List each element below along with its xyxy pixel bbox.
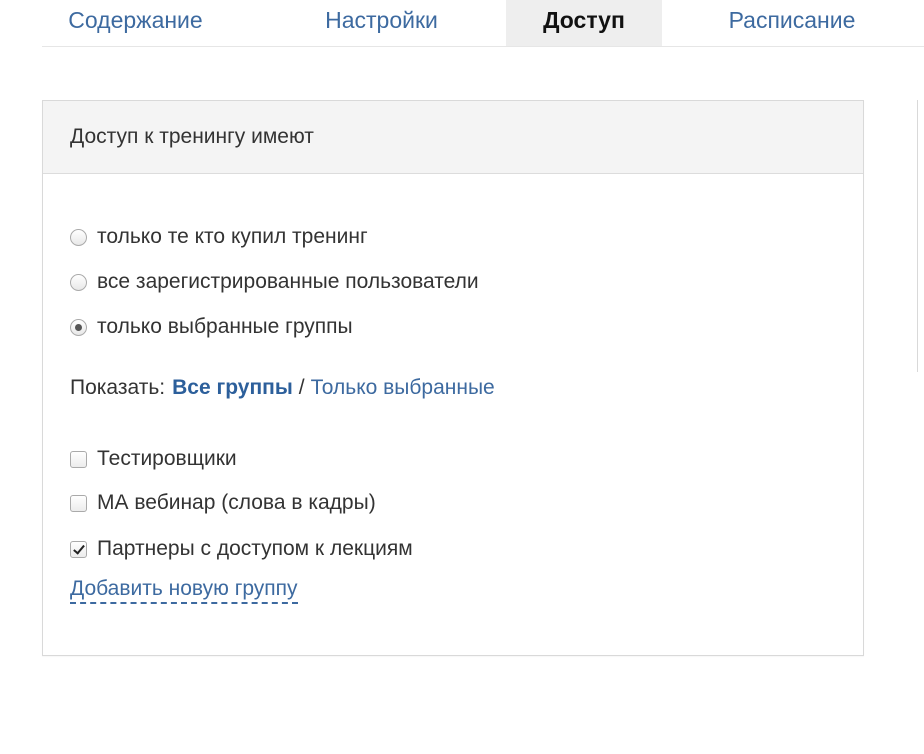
access-option-label: только выбранные группы xyxy=(97,315,353,338)
tab-schedule[interactable]: Расписание xyxy=(704,0,880,46)
access-option-selected-groups[interactable]: только выбранные группы xyxy=(70,314,353,340)
group-label: Партнеры с доступом к лекциям xyxy=(97,537,413,560)
checkbox-partners[interactable] xyxy=(70,540,87,558)
filter-separator: / xyxy=(298,376,305,399)
access-option-label: только те кто купил тренинг xyxy=(97,225,368,248)
page: Содержание Настройки Доступ Расписание Д… xyxy=(0,0,924,754)
access-option-registered[interactable]: все зарегистрированные пользователи xyxy=(70,269,479,295)
tab-access[interactable]: Доступ xyxy=(506,0,662,46)
checkbox-ma-webinar[interactable] xyxy=(70,494,87,512)
group-label: Тестировщики xyxy=(97,447,237,470)
checkbox-testers[interactable] xyxy=(70,450,87,468)
adjacent-panel-edge xyxy=(917,100,918,372)
group-label: МА вебинар (слова в кадры) xyxy=(97,491,376,514)
filter-all-groups-link[interactable]: Все группы xyxy=(172,376,293,400)
radio-purchased[interactable] xyxy=(70,228,87,246)
filter-selected-only-link[interactable]: Только выбранные xyxy=(311,376,495,400)
access-option-label: все зарегистрированные пользователи xyxy=(97,270,479,293)
group-item-testers[interactable]: Тестировщики xyxy=(70,446,237,472)
radio-registered[interactable] xyxy=(70,273,87,291)
access-panel: Доступ к тренингу имеют только те кто ку… xyxy=(42,100,864,656)
tab-content[interactable]: Содержание xyxy=(42,0,229,46)
group-item-ma-webinar[interactable]: МА вебинар (слова в кадры) xyxy=(70,490,376,516)
tab-settings[interactable]: Настройки xyxy=(279,0,484,46)
group-item-partners[interactable]: Партнеры с доступом к лекциям xyxy=(70,536,413,562)
access-option-purchased[interactable]: только те кто купил тренинг xyxy=(70,224,368,250)
panel-title: Доступ к тренингу имеют xyxy=(70,125,314,148)
add-group-link[interactable]: Добавить новую группу xyxy=(70,577,298,604)
radio-selected-groups[interactable] xyxy=(70,318,87,336)
tab-bar: Содержание Настройки Доступ Расписание xyxy=(42,0,924,47)
filter-prefix: Показать: xyxy=(70,376,166,399)
group-filter: Показать: Все группы / Только выбранные xyxy=(70,375,495,401)
